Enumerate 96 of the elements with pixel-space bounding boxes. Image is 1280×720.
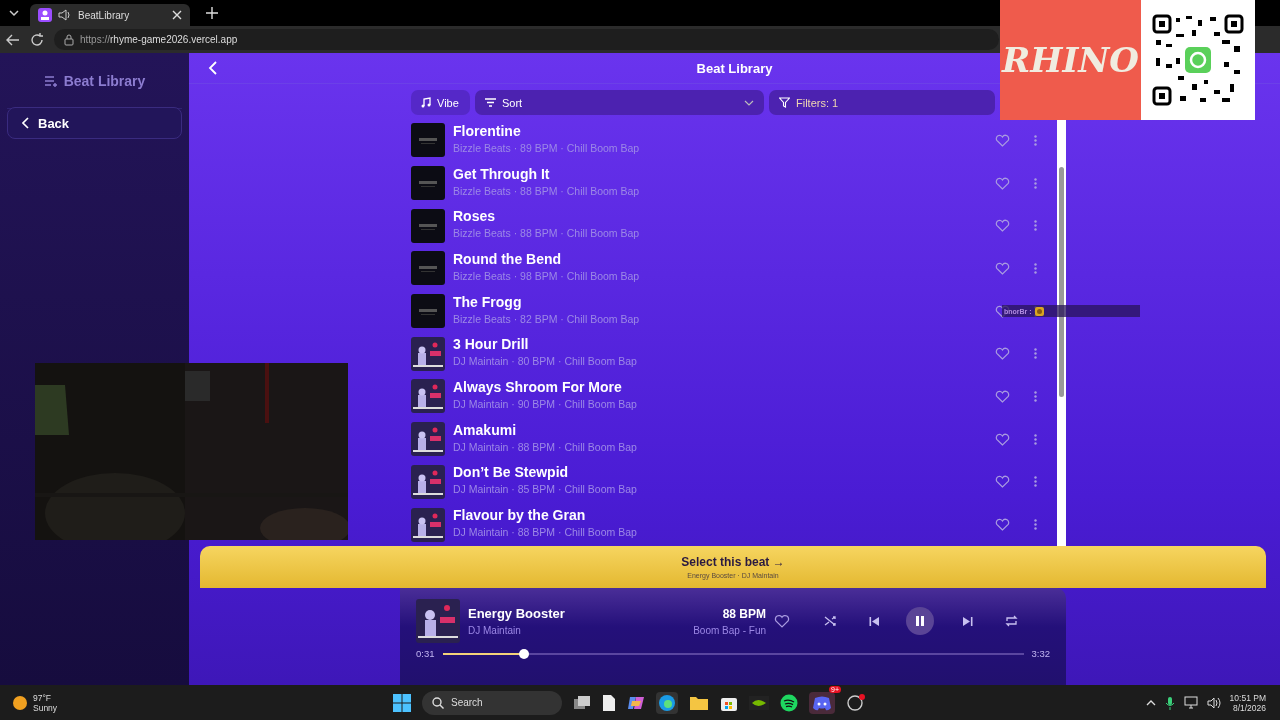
more-icon[interactable] xyxy=(1034,262,1037,274)
new-tab-icon[interactable] xyxy=(206,7,218,19)
reload-icon[interactable] xyxy=(30,32,44,47)
page-title: Beat Library xyxy=(696,60,773,76)
heart-icon[interactable] xyxy=(995,261,1010,275)
beat-title[interactable]: Round the Bend xyxy=(453,250,987,267)
repeat-icon[interactable] xyxy=(1005,615,1018,627)
speaker-icon[interactable] xyxy=(57,8,73,22)
beat-details: Bizzle Beats · 88 BPM · Chill Boom Bap xyxy=(453,227,641,240)
pause-icon xyxy=(915,615,925,627)
sidebar-title: Beat Library xyxy=(63,72,146,89)
sort-dropdown[interactable]: Sort xyxy=(475,90,764,115)
beat-details: DJ Maintain · 90 BPM · Chill Boom Bap xyxy=(453,397,638,410)
heart-icon[interactable] xyxy=(995,475,1010,489)
more-icon[interactable] xyxy=(1034,177,1037,189)
sort-icon xyxy=(485,98,496,107)
start-icon[interactable] xyxy=(393,693,411,712)
beat-title[interactable]: Get Through It xyxy=(453,165,987,182)
track-title: Energy Booster xyxy=(468,606,566,621)
discord-icon[interactable] xyxy=(812,694,832,711)
clock-time[interactable]: 10:51 PM xyxy=(1229,692,1266,703)
lock-icon xyxy=(64,33,74,46)
heart-icon[interactable] xyxy=(995,432,1010,446)
back-button[interactable]: Back xyxy=(7,107,182,139)
previous-icon[interactable] xyxy=(869,615,880,627)
heart-icon[interactable] xyxy=(995,347,1010,361)
more-icon[interactable] xyxy=(1034,433,1037,445)
heart-icon[interactable] xyxy=(995,133,1010,147)
search-icon xyxy=(432,696,444,709)
beat-details: Bizzle Beats · 89 BPM · Chill Boom Bap xyxy=(453,141,641,154)
beat-details: DJ Maintain · 88 BPM · Chill Boom Bap xyxy=(453,440,638,453)
search-field[interactable]: Search xyxy=(422,690,562,715)
music-note-icon xyxy=(421,97,431,108)
beat-details: Bizzle Beats · 82 BPM · Chill Boom Bap xyxy=(453,312,641,325)
beat-title[interactable]: Always Shroom For More xyxy=(453,378,987,395)
chevron-left-icon xyxy=(22,117,30,129)
browser-tab[interactable]: BeatLibrary xyxy=(30,4,190,26)
more-icon[interactable] xyxy=(1034,519,1037,531)
microphone-icon[interactable] xyxy=(1164,695,1175,710)
beat-title[interactable]: Don’t Be Stewpid xyxy=(453,464,987,481)
temperature[interactable]: 97°F xyxy=(33,692,58,703)
spotify-icon[interactable] xyxy=(780,693,798,712)
next-icon[interactable] xyxy=(962,615,973,627)
app-icon xyxy=(38,8,52,22)
tab-title: BeatLibrary xyxy=(78,9,131,21)
app-icon[interactable] xyxy=(846,692,866,713)
heart-icon[interactable] xyxy=(995,176,1010,190)
chevron-up-icon[interactable] xyxy=(1145,699,1156,706)
beat-title[interactable]: 3 Hour Drill xyxy=(453,336,987,353)
weather-condition[interactable]: Sunny xyxy=(33,702,58,713)
more-icon[interactable] xyxy=(1034,220,1037,232)
beat-details: DJ Maintain · 80 BPM · Chill Boom Bap xyxy=(453,355,638,368)
track-tags: Boom Bap - Fun xyxy=(693,624,766,636)
more-icon[interactable] xyxy=(1034,134,1037,146)
heart-icon[interactable] xyxy=(995,219,1010,233)
beat-title[interactable]: Amakumi xyxy=(453,421,987,438)
beat-title[interactable]: The Frogg xyxy=(453,293,987,310)
folder-icon[interactable] xyxy=(689,694,709,711)
emote-icon xyxy=(1034,306,1044,316)
back-arrow-icon[interactable] xyxy=(6,32,20,47)
file-icon[interactable] xyxy=(602,693,616,712)
heart-icon[interactable] xyxy=(995,389,1010,403)
elapsed-time: 0:31 xyxy=(416,648,435,659)
close-icon[interactable] xyxy=(172,10,182,20)
vibe-button[interactable]: Vibe xyxy=(411,90,470,115)
browser-icon[interactable] xyxy=(658,693,676,712)
beat-details: DJ Maintain · 88 BPM · Chill Boom Bap xyxy=(453,526,638,539)
clock-date[interactable]: 8/1/2026 xyxy=(1232,702,1266,713)
more-icon[interactable] xyxy=(1034,390,1037,402)
beat-details: Bizzle Beats · 98 BPM · Chill Boom Bap xyxy=(453,269,641,282)
beat-details: Bizzle Beats · 88 BPM · Chill Boom Bap xyxy=(453,184,641,197)
task-view-icon[interactable] xyxy=(573,694,591,711)
volume-icon[interactable] xyxy=(1206,696,1221,709)
logo: RHINO xyxy=(1000,0,1141,120)
heart-icon[interactable] xyxy=(774,614,790,628)
playlist-icon xyxy=(43,74,58,87)
chevron-down-icon xyxy=(744,99,754,106)
duration-time: 3:32 xyxy=(1031,648,1050,659)
heart-icon[interactable] xyxy=(995,518,1010,532)
filters-button[interactable]: Filters: 1 xyxy=(769,90,995,115)
track-bpm: 88 BPM xyxy=(722,606,766,621)
more-icon[interactable] xyxy=(1034,348,1037,360)
address-field[interactable]: https://rhyme-game2026.vercel.app xyxy=(54,29,999,50)
beat-title[interactable]: Florentine xyxy=(453,122,987,139)
network-icon[interactable] xyxy=(1183,696,1198,709)
scrollbar[interactable] xyxy=(1057,119,1066,546)
filter-icon xyxy=(779,97,790,108)
more-icon[interactable] xyxy=(1034,476,1037,488)
sun-icon[interactable] xyxy=(13,695,27,710)
beat-title[interactable]: Flavour by the Gran xyxy=(453,507,987,524)
track-artist: DJ Maintain xyxy=(468,625,522,636)
beat-details: DJ Maintain · 85 BPM · Chill Boom Bap xyxy=(453,483,638,496)
play-pause-button[interactable] xyxy=(906,607,934,635)
back-chevron-icon[interactable] xyxy=(208,61,218,75)
beat-title[interactable]: Roses xyxy=(453,208,987,225)
shuffle-icon[interactable] xyxy=(824,615,837,627)
